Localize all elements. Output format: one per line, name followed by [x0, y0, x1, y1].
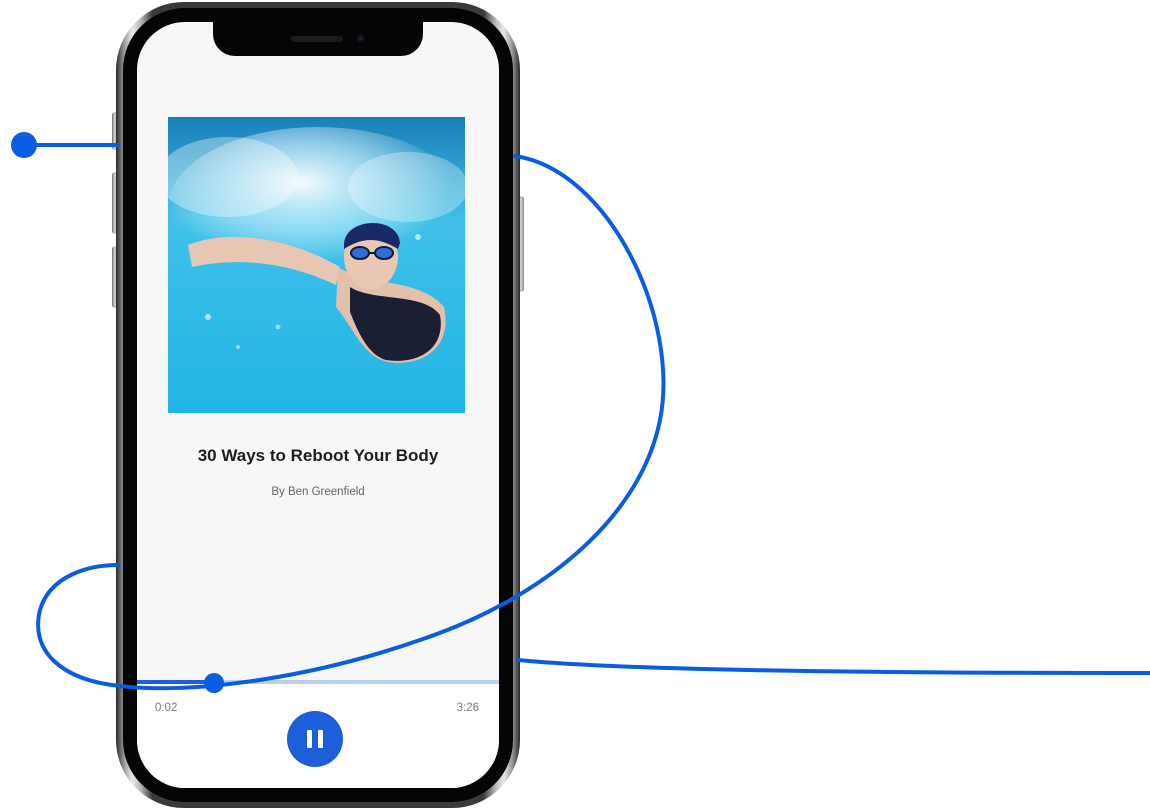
book-cover-image [168, 117, 465, 413]
front-camera [356, 34, 365, 43]
progress-bar[interactable] [137, 680, 499, 684]
total-time: 3:26 [456, 702, 479, 714]
progress-fill [137, 680, 221, 684]
current-time: 0:02 [155, 702, 178, 714]
phone-screen: 30 Ways to Reboot Your Body By Ben Green… [137, 22, 499, 788]
decor-dot-start [11, 132, 37, 158]
speaker-grille [291, 36, 343, 42]
notch [213, 22, 423, 56]
cover-illustration [168, 117, 465, 413]
book-title: 30 Ways to Reboot Your Body [197, 446, 439, 465]
pause-button[interactable] [287, 711, 343, 767]
book-author: By Ben Greenfield [271, 486, 365, 498]
